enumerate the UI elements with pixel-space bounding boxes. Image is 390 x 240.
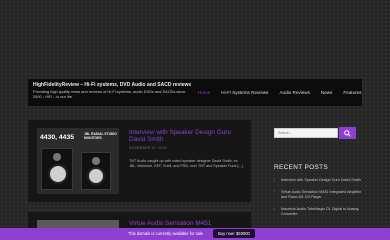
article-date: NOVEMBER 10, 2023 <box>129 146 167 150</box>
recent-post-link[interactable]: Virtue Audio Sensation M451 Integrated A… <box>274 190 364 200</box>
nav-item-news[interactable]: News <box>321 90 333 95</box>
article-excerpt: TNT Audio caught up with noted speaker d… <box>129 159 243 168</box>
speaker-image-left <box>41 148 73 190</box>
domain-sale-text: This domain is currently available for s… <box>128 231 204 236</box>
nav-item-features[interactable]: Features <box>343 90 361 95</box>
thumbnail-model-text: 4430, 4435 <box>40 134 75 141</box>
thumbnail-brand-text: JBL RADIAL STUDIO MONITORS <box>84 132 117 140</box>
recent-post-link[interactable]: Interview with Speaker Design Guru David… <box>274 178 364 183</box>
site-description: Providing high quality news and reviews … <box>33 89 186 99</box>
recent-post-link[interactable]: Maverick Audio TubeMagic D1 Digital to A… <box>274 207 364 217</box>
buy-now-button[interactable]: Buy now: $50000 <box>213 229 255 238</box>
article-thumbnail[interactable]: 4430, 4435 JBL RADIAL STUDIO MONITORS <box>37 128 119 194</box>
site-header: HighFidelityReview – Hi-Fi systems, DVD … <box>28 79 362 106</box>
nav-item-hifi-systems-reviews[interactable]: Hi-Fi Systems Reviews <box>221 90 268 95</box>
domain-sale-bar: This domain is currently available for s… <box>0 228 390 240</box>
main-nav: Home Hi-Fi Systems Reviews Audio Reviews… <box>198 90 373 95</box>
search-button[interactable] <box>339 127 356 139</box>
recent-posts-heading: RECENT POSTS <box>274 164 329 171</box>
speaker-image-right <box>81 152 111 190</box>
site-title[interactable]: HighFidelityReview – Hi-Fi systems, DVD … <box>33 82 191 88</box>
search-input[interactable]: Search... <box>274 128 338 138</box>
article-title-link[interactable]: Interview with Speaker Design Guru David… <box>129 129 247 143</box>
recent-posts-list: Interview with Speaker Design Guru David… <box>274 178 364 224</box>
search-icon <box>344 129 351 137</box>
nav-item-home[interactable]: Home <box>198 90 210 95</box>
nav-item-audio-reviews[interactable]: Audio Reviews <box>279 90 309 95</box>
article-card: 4430, 4435 JBL RADIAL STUDIO MONITORS In… <box>28 120 251 202</box>
article-title-link[interactable]: Virtue Audio Sensation M451 <box>129 220 247 227</box>
